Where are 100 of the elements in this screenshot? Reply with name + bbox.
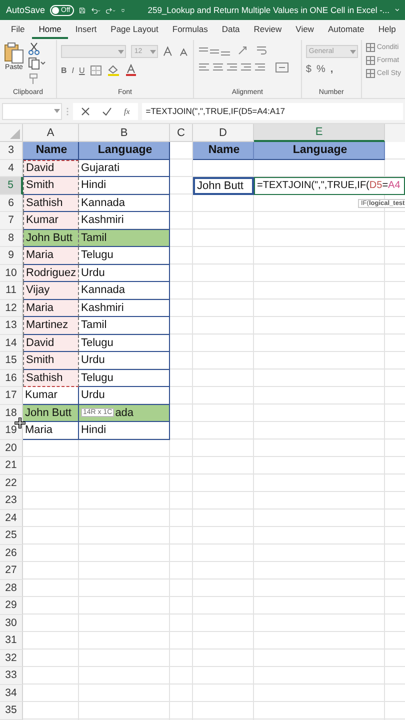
row-header[interactable]: 34 <box>0 684 23 702</box>
dropdown-icon[interactable] <box>148 50 157 54</box>
italic-button[interactable]: I <box>72 66 74 74</box>
row-header[interactable]: 6 <box>0 194 23 212</box>
merge-icon[interactable] <box>274 62 289 73</box>
table-cell: Sathish <box>23 194 79 212</box>
table-cell: Smith <box>23 352 79 370</box>
row-header[interactable]: 10 <box>0 264 23 282</box>
row-header[interactable]: 23 <box>0 492 23 510</box>
cell-text: Telugu <box>81 249 114 262</box>
cell-text: Tamil <box>81 319 107 332</box>
ribbon-tab[interactable]: Help <box>371 21 403 39</box>
row-header[interactable]: 16 <box>0 370 23 387</box>
dropdown-icon[interactable] <box>348 50 357 54</box>
table-cell: David <box>23 334 79 352</box>
align-top-icon[interactable] <box>198 46 232 56</box>
ribbon-tab[interactable]: File <box>4 21 32 39</box>
bold-button[interactable]: B <box>60 66 67 74</box>
cell-text: Kannada <box>81 196 126 209</box>
ribbon-tab[interactable]: View <box>288 21 321 39</box>
window-title: 259_Lookup and Return Multiple Values in ONE Cell in Excel -... <box>148 5 390 15</box>
row-header[interactable]: 20 <box>0 440 23 457</box>
row-header[interactable]: 14 <box>0 334 23 352</box>
header-cell: Language <box>254 142 385 160</box>
percent-button[interactable]: % <box>316 64 326 75</box>
ribbon-tab[interactable]: Review <box>246 21 289 39</box>
currency-button[interactable]: $ <box>306 64 312 75</box>
row-header[interactable]: 25 <box>0 527 23 544</box>
row-header[interactable]: 29 <box>0 597 23 614</box>
row-header[interactable]: 24 <box>0 510 23 527</box>
row-header[interactable]: 35 <box>0 702 23 720</box>
table-cell: Maria <box>23 422 79 440</box>
grow-font-icon[interactable] <box>162 46 174 57</box>
ribbon-tab[interactable]: Formulas <box>165 21 215 39</box>
comma-button[interactable]: , <box>330 64 334 75</box>
row-header[interactable]: 26 <box>0 544 23 562</box>
copy-icon[interactable] <box>28 57 46 70</box>
row-header[interactable]: 31 <box>0 632 23 650</box>
cut-icon[interactable] <box>28 42 40 55</box>
header-cell: Language <box>79 142 170 160</box>
cell-text: Telugu <box>81 336 114 349</box>
cancel-icon[interactable] <box>81 106 90 116</box>
table-grid-icon <box>366 69 375 78</box>
cell-text: Kashmiri <box>81 214 124 226</box>
ribbon-tab[interactable]: Data <box>214 21 247 39</box>
table-cell: Smith <box>23 177 79 194</box>
cell-text: Tamil <box>81 232 107 244</box>
underline-button[interactable]: U <box>79 66 85 74</box>
table-cell: Maria <box>23 247 79 264</box>
row-header[interactable]: 12 <box>0 300 23 317</box>
cell-text: Urdu <box>81 389 105 402</box>
enter-icon[interactable] <box>102 106 112 116</box>
select-all-icon[interactable] <box>10 129 20 139</box>
shrink-font-icon[interactable] <box>178 46 189 57</box>
table-grid-icon <box>366 43 375 52</box>
formula-field[interactable]: =TEXTJOIN(",",TRUE,IF(D5=A4:A17 <box>142 102 403 120</box>
column-header[interactable]: C <box>170 124 193 142</box>
row-header[interactable]: 27 <box>0 562 23 580</box>
row-header[interactable]: 28 <box>0 580 23 597</box>
font-name-field[interactable] <box>60 45 126 58</box>
borders-icon[interactable] <box>90 64 102 76</box>
cell-text: Kashmiri <box>81 302 124 314</box>
insert-function-button[interactable]: fx <box>124 106 130 116</box>
ribbon-tab[interactable]: Insert <box>68 21 104 39</box>
font-color-icon[interactable] <box>124 64 137 76</box>
row-header[interactable]: 5 <box>0 177 23 194</box>
row-header[interactable]: 30 <box>0 614 23 632</box>
ribbon-tab[interactable]: Page Layout <box>104 21 166 39</box>
row-header[interactable]: 4 <box>0 160 23 177</box>
dropdown-icon[interactable] <box>117 50 126 54</box>
ribbon-tab[interactable]: Automate <box>320 21 372 39</box>
table-cell: John Butt <box>23 404 79 422</box>
table-grid-icon <box>366 56 375 65</box>
editing-cell[interactable]: =TEXTJOIN(",",TRUE,IF(D5=A4 <box>254 177 405 194</box>
format-painter-icon[interactable] <box>28 72 40 85</box>
fill-color-icon[interactable] <box>106 64 120 76</box>
row-header[interactable]: 11 <box>0 282 23 300</box>
row-header[interactable]: 3 <box>0 142 23 160</box>
row-header[interactable]: 21 <box>0 457 23 474</box>
row-header[interactable]: 9 <box>0 247 23 264</box>
row-header[interactable]: 17 <box>0 387 23 404</box>
dropdown-icon[interactable] <box>53 109 61 113</box>
cell-text: ada <box>115 406 134 419</box>
row-header[interactable]: 32 <box>0 650 23 667</box>
table-cell: Kumar <box>23 212 79 230</box>
row-header[interactable]: 22 <box>0 474 23 492</box>
chevron-icon[interactable] <box>394 7 399 13</box>
header-cell: Name <box>23 142 79 160</box>
row-header[interactable]: 19 <box>0 422 23 440</box>
cell-text: Gujarati <box>81 162 120 174</box>
wrap-text-icon[interactable] <box>256 45 267 56</box>
row-header[interactable]: 33 <box>0 667 23 684</box>
header-cell: Name <box>193 142 254 160</box>
table-cell: Vijay <box>23 282 79 300</box>
row-header[interactable]: 7 <box>0 212 23 230</box>
row-header[interactable]: 8 <box>0 230 23 247</box>
column-header[interactable]: E <box>254 124 385 142</box>
row-header[interactable]: 13 <box>0 317 23 334</box>
row-header[interactable]: 15 <box>0 352 23 370</box>
table-cell: Rodriguez <box>23 264 79 282</box>
